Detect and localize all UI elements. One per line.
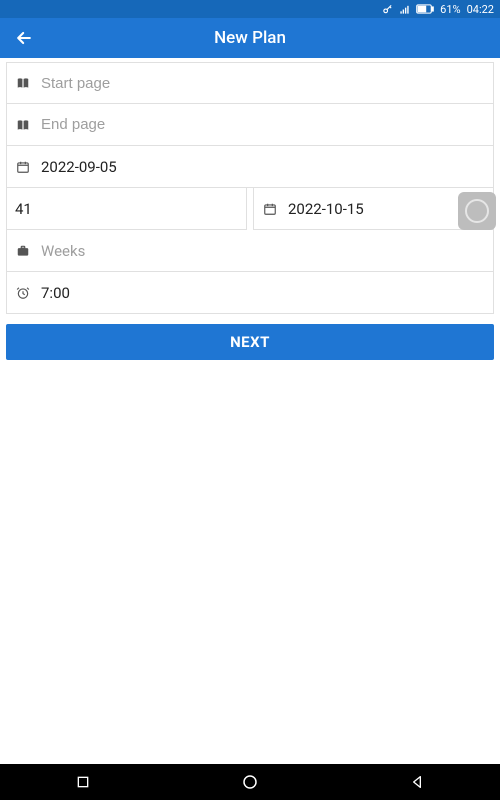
end-date-value: 2022-10-15 <box>288 200 364 218</box>
number-field[interactable]: 41 <box>6 188 247 230</box>
book-icon <box>15 117 31 133</box>
weeks-placeholder: Weeks <box>41 242 85 260</box>
weeks-field[interactable]: Weeks <box>6 230 494 272</box>
app-bar: New Plan <box>0 18 500 58</box>
start-page-input[interactable] <box>41 75 485 92</box>
next-button[interactable]: NEXT <box>6 324 494 360</box>
android-nav-bar <box>0 764 500 800</box>
back-nav-button[interactable] <box>407 772 427 792</box>
alarm-icon <box>15 285 31 301</box>
end-page-field[interactable] <box>6 104 494 146</box>
key-icon <box>382 4 393 15</box>
page-title: New Plan <box>214 28 286 48</box>
time-field[interactable]: 7:00 <box>6 272 494 314</box>
assistive-touch-button[interactable] <box>458 192 496 230</box>
time-value: 7:00 <box>41 284 70 302</box>
status-time: 04:22 <box>467 3 494 16</box>
calendar-icon <box>262 201 278 217</box>
home-button[interactable] <box>240 772 260 792</box>
start-page-field[interactable] <box>6 62 494 104</box>
number-value: 41 <box>15 200 32 218</box>
status-bar: 61% 04:22 <box>0 0 500 18</box>
start-date-field[interactable]: 2022-09-05 <box>6 146 494 188</box>
signal-icon <box>399 4 410 15</box>
form: 2022-09-05 41 2022-10-15 Weeks 7:00 <box>0 58 500 314</box>
start-date-value: 2022-09-05 <box>41 158 117 176</box>
circle-icon <box>465 199 489 223</box>
calendar-icon <box>15 159 31 175</box>
back-button[interactable] <box>12 26 36 50</box>
battery-icon <box>416 4 434 14</box>
next-label: NEXT <box>230 333 270 351</box>
battery-percent: 61% <box>440 3 460 16</box>
book-icon <box>15 75 31 91</box>
briefcase-icon <box>15 243 31 259</box>
end-page-input[interactable] <box>41 116 485 133</box>
recent-apps-button[interactable] <box>73 772 93 792</box>
